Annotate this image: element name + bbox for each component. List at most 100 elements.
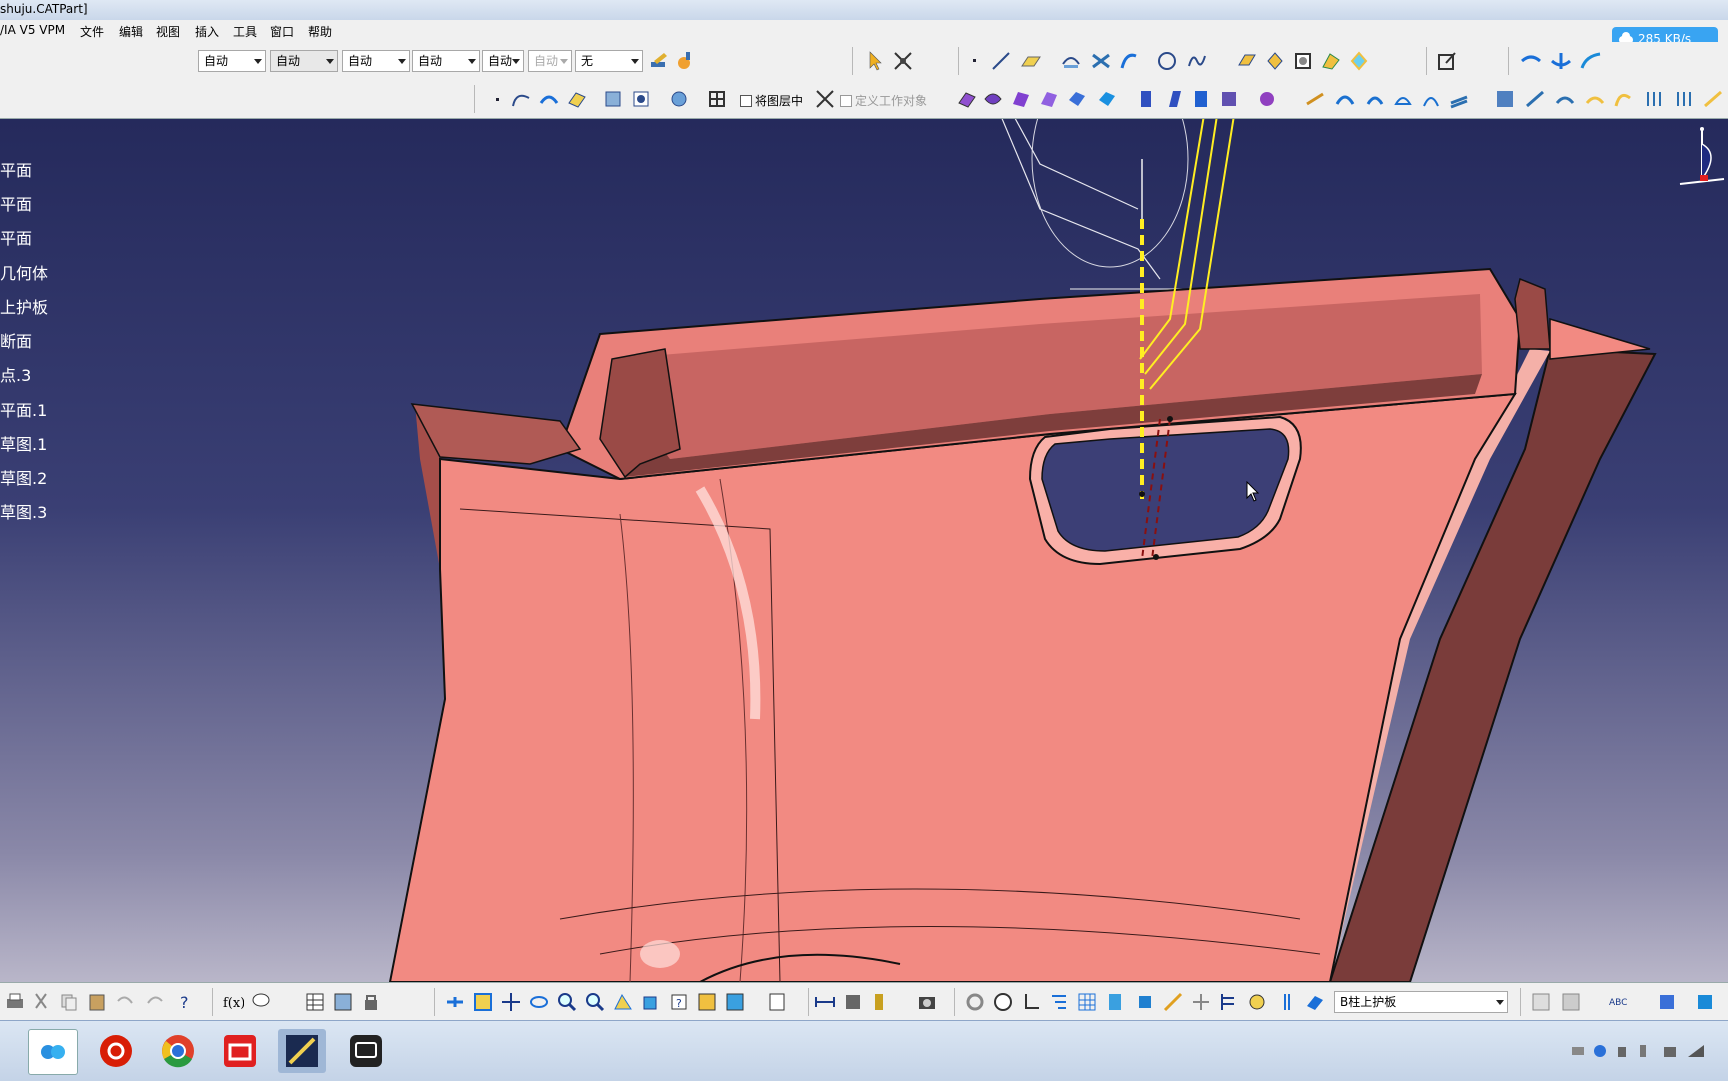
affinity-icon[interactable] xyxy=(1420,88,1442,110)
menu-insert[interactable]: 插入 xyxy=(195,23,219,40)
axis-icon[interactable] xyxy=(1020,991,1042,1013)
sweep-icon[interactable] xyxy=(982,88,1004,110)
boolean-icon[interactable] xyxy=(602,88,624,110)
spelling-icon[interactable]: ABC xyxy=(1608,991,1630,1013)
connect-icon[interactable] xyxy=(1584,88,1606,110)
groove-icon[interactable] xyxy=(1218,88,1240,110)
tree-item-upper-trim[interactable]: 上护板 xyxy=(0,294,48,318)
pocket-icon[interactable] xyxy=(1164,88,1186,110)
tree-item-plane-2[interactable]: 平面 xyxy=(0,191,32,215)
formula-icon[interactable]: f(x) xyxy=(222,991,244,1013)
menu-app[interactable]: /IA V5 VPM xyxy=(0,23,65,37)
measure-inertia-icon[interactable] xyxy=(868,991,890,1013)
sketch-tools-icon[interactable] xyxy=(892,50,914,72)
copy-icon[interactable] xyxy=(58,991,80,1013)
menu-edit[interactable]: 编辑 xyxy=(119,23,143,40)
transparency-combo[interactable]: 自动 xyxy=(270,50,338,72)
extrude-surface-icon[interactable] xyxy=(1236,50,1258,72)
pattern-icon[interactable] xyxy=(1448,88,1470,110)
line-icon[interactable] xyxy=(990,50,1012,72)
part-geometry[interactable] xyxy=(0,119,1728,982)
zoom-out-icon[interactable] xyxy=(584,991,606,1013)
measure-item-icon[interactable] xyxy=(842,991,864,1013)
fill-icon[interactable] xyxy=(1348,50,1370,72)
layer-list-icon[interactable] xyxy=(1276,991,1298,1013)
hide-show-icon[interactable]: ? xyxy=(668,991,690,1013)
pan-icon[interactable] xyxy=(500,991,522,1013)
spline-icon[interactable] xyxy=(1186,50,1208,72)
surface-patch-icon[interactable] xyxy=(566,88,588,110)
properties-icon[interactable] xyxy=(674,50,696,72)
healing-icon[interactable] xyxy=(1674,88,1696,110)
line-type-combo[interactable]: 自动 xyxy=(482,50,524,72)
taskbar-app-2[interactable] xyxy=(92,1029,140,1073)
loft-icon[interactable] xyxy=(1010,88,1032,110)
menu-window[interactable]: 窗口 xyxy=(270,23,294,40)
view-mode-icon[interactable] xyxy=(1104,991,1126,1013)
update-icon[interactable] xyxy=(766,991,788,1013)
point-icon[interactable] xyxy=(964,50,986,72)
select-arrow-icon[interactable] xyxy=(866,50,888,72)
capture-icon[interactable] xyxy=(916,991,938,1013)
taskbar-app-4[interactable] xyxy=(216,1029,264,1073)
table-icon[interactable] xyxy=(304,991,326,1013)
extract-icon[interactable] xyxy=(1644,88,1666,110)
analysis-icon[interactable] xyxy=(1494,88,1516,110)
light-icon[interactable] xyxy=(1190,991,1212,1013)
system-tray-icons[interactable] xyxy=(1570,1041,1720,1061)
grid-icon[interactable] xyxy=(706,88,728,110)
grid-snap-icon[interactable] xyxy=(1076,991,1098,1013)
workbench-icon[interactable] xyxy=(1560,991,1582,1013)
box-view-icon[interactable] xyxy=(1134,991,1156,1013)
cut-icon[interactable] xyxy=(30,991,52,1013)
menu-tools[interactable]: 工具 xyxy=(233,23,257,40)
remove-icon[interactable] xyxy=(630,88,652,110)
axis-system-icon[interactable] xyxy=(814,88,836,110)
undo-icon[interactable] xyxy=(114,991,136,1013)
draft-analysis-icon[interactable] xyxy=(1524,88,1546,110)
work-object-checkbox[interactable]: 定义工作对象 xyxy=(840,92,927,109)
blend-icon[interactable] xyxy=(1038,88,1060,110)
tree-item-plane-1[interactable]: 平面 xyxy=(0,157,32,181)
current-body-icon[interactable] xyxy=(1304,991,1326,1013)
taskbar-app-6[interactable] xyxy=(342,1029,390,1073)
zoom-in-icon[interactable] xyxy=(556,991,578,1013)
point-small-icon[interactable] xyxy=(486,88,508,110)
tree-item-plane-3[interactable]: 平面 xyxy=(0,225,32,249)
offset-surface-icon[interactable] xyxy=(1066,88,1088,110)
project-icon[interactable] xyxy=(1060,50,1082,72)
circle-icon[interactable] xyxy=(1156,50,1178,72)
line-color-combo[interactable]: 自动 xyxy=(342,50,410,72)
swap-space-icon[interactable] xyxy=(724,991,746,1013)
tree-item-section[interactable]: 断面 xyxy=(0,328,32,352)
tree-item-plane-dot-1[interactable]: 平面.1 xyxy=(0,397,47,421)
split-view-icon[interactable] xyxy=(1530,991,1552,1013)
tree-item-point-3[interactable]: 点.3 xyxy=(0,362,31,386)
arc-icon[interactable] xyxy=(538,88,560,110)
whats-this-icon[interactable]: ? xyxy=(174,991,196,1013)
cut-plane-icon[interactable] xyxy=(1162,991,1184,1013)
iso-view-icon[interactable] xyxy=(640,991,662,1013)
join-icon[interactable] xyxy=(1520,50,1542,72)
lock-icon[interactable] xyxy=(360,991,382,1013)
measure-between-icon[interactable] xyxy=(814,991,836,1013)
tree-item-sketch-1[interactable]: 草图.1 xyxy=(0,431,47,455)
plane-icon[interactable] xyxy=(1020,50,1042,72)
shape-design-icon[interactable] xyxy=(1694,991,1716,1013)
fit-all-icon[interactable] xyxy=(472,991,494,1013)
curve-sketch-icon[interactable] xyxy=(510,88,532,110)
untrim-icon[interactable] xyxy=(1702,88,1724,110)
catalog-icon[interactable] xyxy=(332,991,354,1013)
sphere-icon[interactable] xyxy=(1292,50,1314,72)
curvature-icon[interactable] xyxy=(1554,88,1576,110)
layer-checkbox[interactable]: 将图层中 xyxy=(740,92,803,109)
tree-item-sketch-3[interactable]: 草图.3 xyxy=(0,499,47,523)
redo-icon[interactable] xyxy=(144,991,166,1013)
fillet-icon[interactable] xyxy=(1256,88,1278,110)
knowledge-icon[interactable] xyxy=(250,991,272,1013)
sketch-icon[interactable] xyxy=(1436,50,1458,72)
revolve-surface-icon[interactable] xyxy=(1264,50,1286,72)
painter-icon[interactable] xyxy=(648,50,670,72)
shaft-icon[interactable] xyxy=(1190,88,1212,110)
tree-expand-icon[interactable] xyxy=(1048,991,1070,1013)
